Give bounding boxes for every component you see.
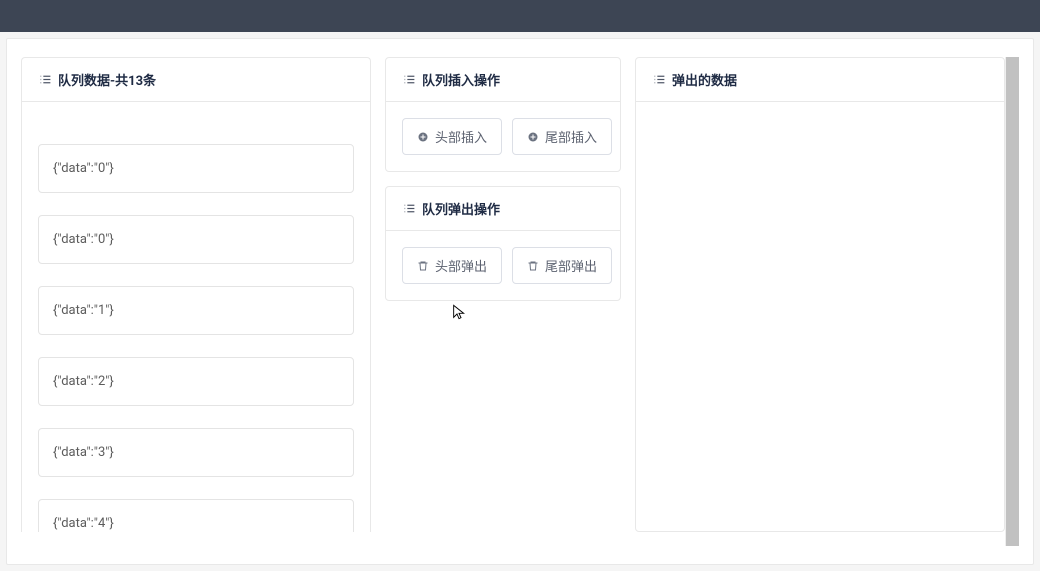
list-item: {"data":"0"} xyxy=(38,144,354,193)
insert-tail-label: 尾部插入 xyxy=(545,127,597,146)
pop-tail-button[interactable]: 尾部弹出 xyxy=(512,247,612,284)
popped-card-head: 弹出的数据 xyxy=(636,58,1004,102)
insert-head-button[interactable]: 头部插入 xyxy=(402,118,502,155)
queue-scroll[interactable]: 队列数据-共13条 {"data":"0"} {"data":"0"} {"da… xyxy=(21,57,371,532)
pop-card-title: 队列弹出操作 xyxy=(422,199,500,218)
pop-card-head: 队列弹出操作 xyxy=(386,187,620,231)
popped-card-title: 弹出的数据 xyxy=(672,70,737,89)
insert-tail-button[interactable]: 尾部插入 xyxy=(512,118,612,155)
insert-card-title: 队列插入操作 xyxy=(422,70,500,89)
list-item: {"data":"2"} xyxy=(38,357,354,406)
insert-head-label: 头部插入 xyxy=(435,127,487,146)
list-icon xyxy=(38,73,52,87)
queue-card-head: 队列数据-共13条 xyxy=(22,58,370,102)
list-icon xyxy=(402,73,416,87)
pop-head-label: 头部弹出 xyxy=(435,256,487,275)
trash-icon xyxy=(527,260,539,272)
pop-head-button[interactable]: 头部弹出 xyxy=(402,247,502,284)
trash-icon xyxy=(417,260,429,272)
list-item: {"data":"0"} xyxy=(38,215,354,264)
ops-column: 队列插入操作 头部插入 尾部插入 xyxy=(385,57,621,546)
pop-card: 队列弹出操作 头部弹出 尾部弹出 xyxy=(385,186,621,301)
list-icon xyxy=(652,73,666,87)
list-item: {"data":"4"} xyxy=(38,499,354,532)
insert-card-body: 头部插入 尾部插入 xyxy=(386,102,620,171)
popped-card-body xyxy=(636,102,1004,134)
queue-card: 队列数据-共13条 {"data":"0"} {"data":"0"} {"da… xyxy=(21,57,371,532)
main-content: 队列数据-共13条 {"data":"0"} {"data":"0"} {"da… xyxy=(6,38,1034,565)
list-item: {"data":"3"} xyxy=(38,428,354,477)
pop-btn-row: 头部弹出 尾部弹出 xyxy=(402,247,604,284)
insert-card-head: 队列插入操作 xyxy=(386,58,620,102)
queue-card-title: 队列数据-共13条 xyxy=(58,70,156,89)
list-icon xyxy=(402,202,416,216)
top-bar xyxy=(0,0,1040,32)
plus-circle-icon xyxy=(417,131,429,143)
plus-circle-icon xyxy=(527,131,539,143)
pop-tail-label: 尾部弹出 xyxy=(545,256,597,275)
popped-card: 弹出的数据 xyxy=(635,57,1005,532)
queue-card-body: {"data":"0"} {"data":"0"} {"data":"1"} {… xyxy=(22,102,370,532)
popped-column: 弹出的数据 xyxy=(635,57,1019,546)
right-scrollbar[interactable] xyxy=(1005,57,1019,546)
insert-btn-row: 头部插入 尾部插入 xyxy=(402,118,604,155)
pop-card-body: 头部弹出 尾部弹出 xyxy=(386,231,620,300)
list-item: {"data":"1"} xyxy=(38,286,354,335)
insert-card: 队列插入操作 头部插入 尾部插入 xyxy=(385,57,621,172)
right-scrollbar-thumb[interactable] xyxy=(1006,57,1019,546)
queue-column: 队列数据-共13条 {"data":"0"} {"data":"0"} {"da… xyxy=(21,57,371,546)
